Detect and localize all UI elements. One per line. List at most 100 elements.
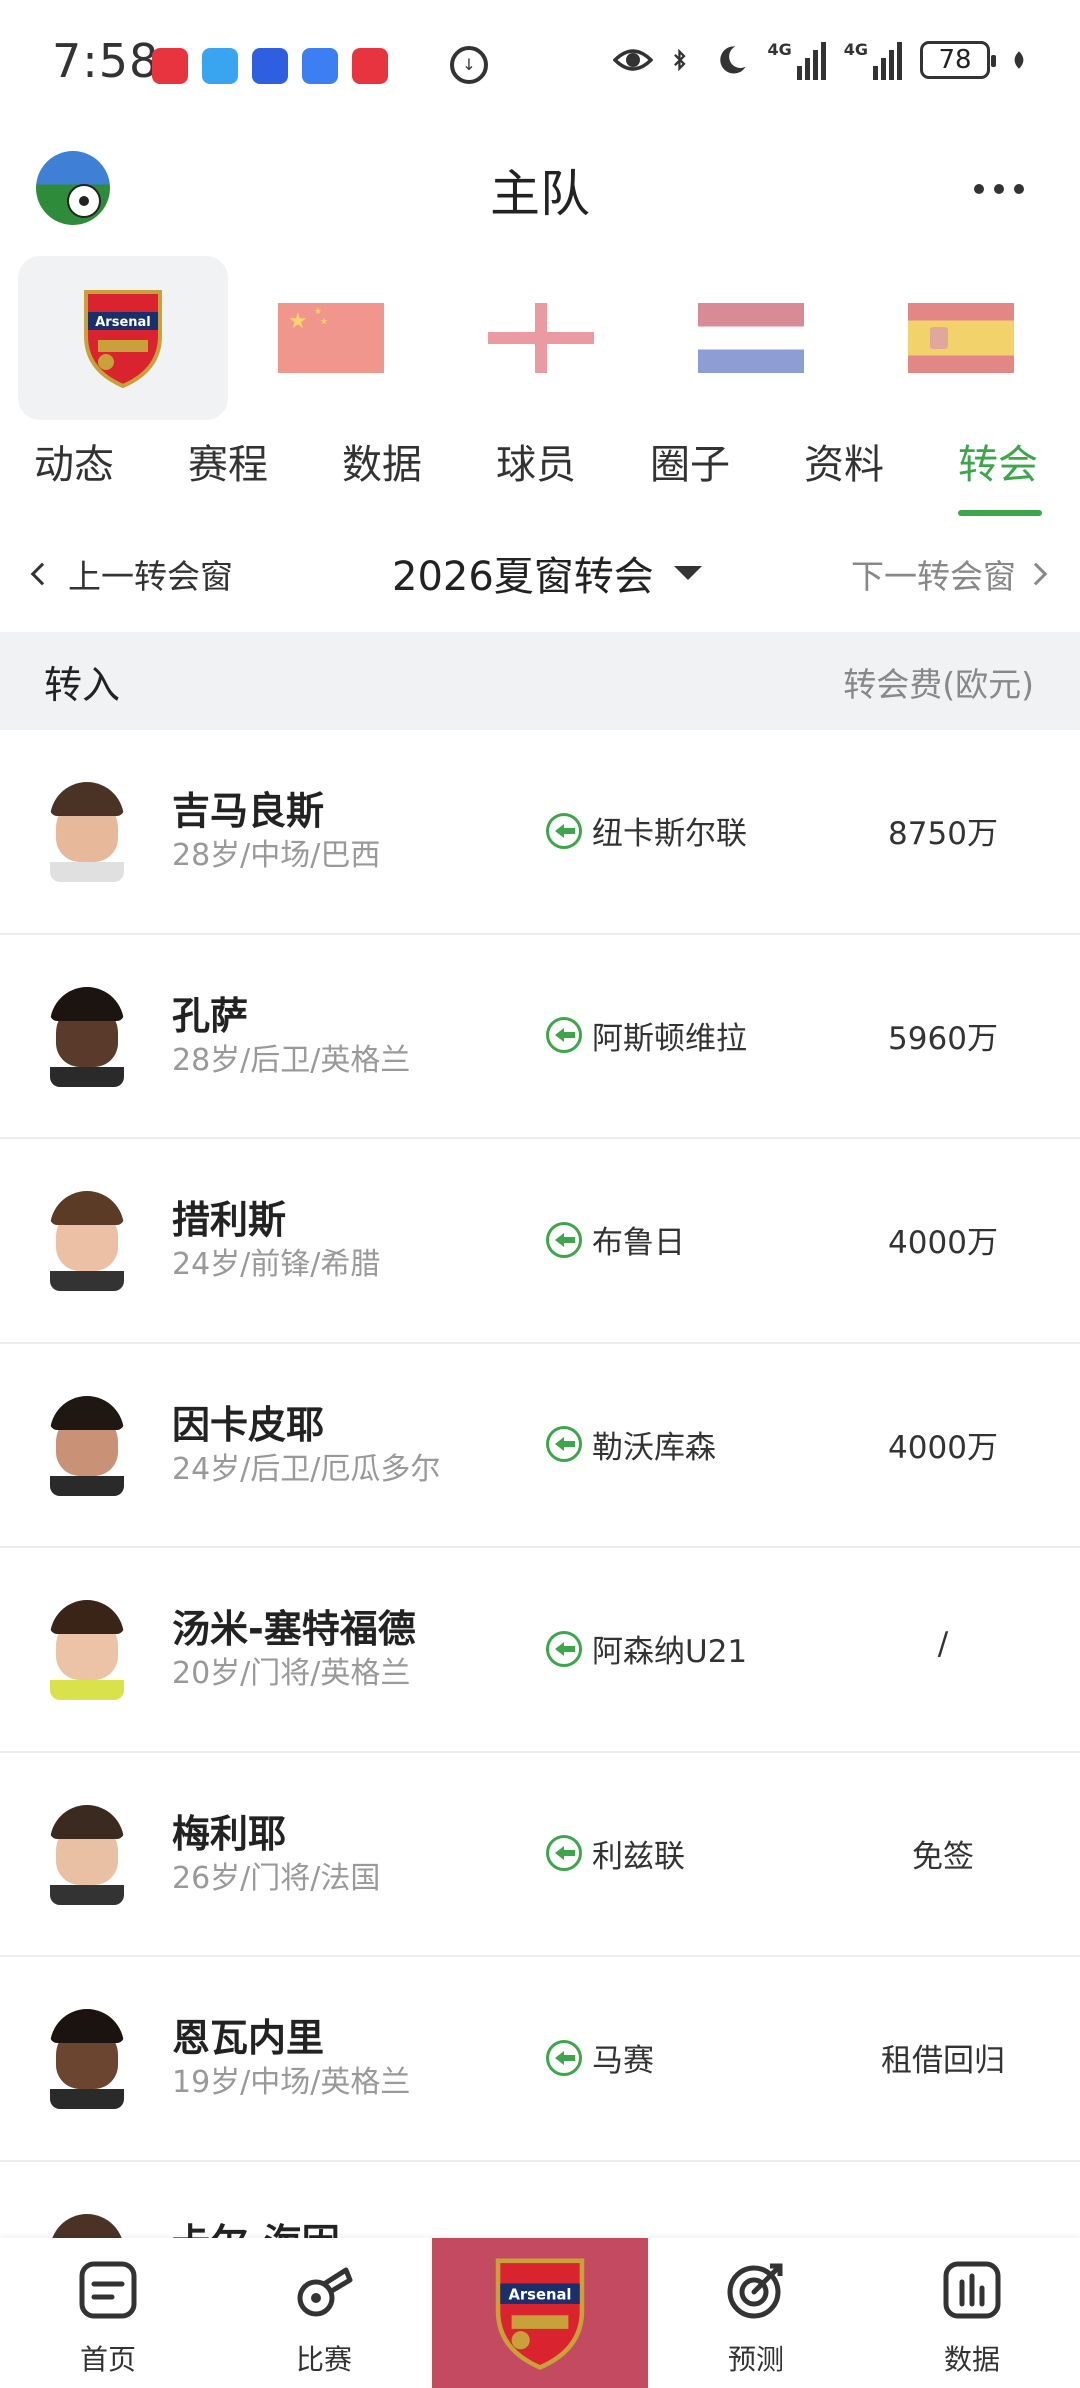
- from-club-name: 阿森纳U21: [592, 1634, 748, 1670]
- transfer-in-icon: [546, 1630, 582, 1667]
- spain-flag-icon: [908, 303, 1014, 373]
- section-header: 转入 转会费(欧元): [0, 632, 1080, 730]
- huawei-app-icon: [352, 48, 388, 84]
- browser-app-icon: [202, 48, 238, 84]
- player-info: 28岁/中场/巴西: [172, 838, 381, 873]
- nav-home[interactable]: 首页: [38, 2260, 178, 2378]
- team-china[interactable]: ★ ★ ★: [226, 256, 436, 420]
- moon-icon: [720, 46, 747, 74]
- tab-stats[interactable]: 数据: [342, 432, 422, 490]
- team-arsenal[interactable]: Arsenal: [18, 256, 228, 420]
- tab-updates[interactable]: 动态: [34, 432, 114, 490]
- player-name: 吉马良斯: [172, 789, 325, 833]
- player-name: 汤米-塞特福德: [172, 1607, 416, 1651]
- from-club: 勒沃库森: [546, 1422, 716, 1467]
- player-name: 梅利耶: [172, 1811, 287, 1856]
- from-club-name: 马赛: [592, 2043, 654, 2079]
- from-club-name: 布鲁日: [592, 1225, 685, 1261]
- signal-icon: 4G: [844, 40, 902, 80]
- player-photo: [50, 1600, 124, 1700]
- player-name: 恩瓦内里: [172, 2016, 325, 2060]
- nav-team-crest[interactable]: Arsenal: [432, 2238, 648, 2388]
- bar-chart-icon: [943, 2261, 1001, 2319]
- transfer-fee: 免签: [912, 1838, 974, 1875]
- nav-matches[interactable]: 比赛: [254, 2260, 394, 2378]
- player-info: 28岁/后卫/英格兰: [172, 1042, 411, 1078]
- team-spain[interactable]: [856, 256, 1066, 420]
- from-club-name: 利兹联: [592, 1838, 685, 1875]
- from-club-name: 阿斯顿维拉: [592, 1020, 747, 1057]
- nav-data[interactable]: 数据: [902, 2260, 1042, 2378]
- whistle-icon: [297, 2267, 353, 2317]
- transfer-in-icon: [546, 2039, 582, 2076]
- window-dropdown[interactable]: 2026夏窗转会: [392, 544, 702, 602]
- tab-transfers[interactable]: 转会: [958, 432, 1038, 490]
- transfer-row[interactable]: 梅利耶 26岁/门将/法国 利兹联 免签: [0, 1753, 1080, 1957]
- from-club: 马赛: [546, 2035, 654, 2080]
- from-club: 阿森纳U21: [546, 1626, 747, 1671]
- crest-text: Arsenal: [509, 2286, 572, 2303]
- chevron-right-icon: [1024, 562, 1048, 586]
- from-club: 阿斯顿维拉: [546, 1013, 747, 1058]
- page-title: 主队: [490, 165, 590, 223]
- from-club-name: 勒沃库森: [592, 1429, 716, 1466]
- more-options-icon[interactable]: [974, 184, 1024, 194]
- china-flag-icon: ★ ★ ★: [278, 303, 384, 373]
- player-info: 24岁/前锋/希腊: [172, 1247, 381, 1282]
- signal-icon: 4G: [767, 40, 826, 80]
- next-window-label: 下一转会窗: [851, 557, 1016, 596]
- transfer-window-nav: 上一转会窗 2026夏窗转会 下一转会窗: [0, 540, 1080, 606]
- battery-icon: 78: [920, 41, 996, 79]
- home-icon: [79, 2261, 137, 2319]
- leaf-icon: [1014, 51, 1024, 69]
- arsenal-crest-icon: Arsenal: [495, 2258, 585, 2370]
- fee-column-header: 转会费(欧元): [843, 665, 1034, 704]
- nav-matches-label: 比赛: [295, 2343, 352, 2376]
- player-name: 孔萨: [172, 993, 249, 1038]
- tab-bar: 动态 赛程 数据 球员 圈子 资料 转会: [0, 432, 1080, 516]
- player-photo: [50, 1191, 124, 1291]
- bluetooth-icon: [674, 48, 687, 72]
- transfer-fee: 4000万: [888, 1225, 998, 1261]
- team-netherlands[interactable]: [646, 256, 856, 420]
- tab-players[interactable]: 球员: [496, 432, 576, 490]
- nav-predict[interactable]: 预测: [686, 2260, 826, 2378]
- transfer-row[interactable]: 因卡皮耶 24岁/后卫/厄瓜多尔 勒沃库森 4000万: [0, 1344, 1080, 1548]
- transfer-row[interactable]: 恩瓦内里 19岁/中场/英格兰 马赛 租借回归: [0, 1957, 1080, 2162]
- player-photo: [50, 1804, 124, 1905]
- transfer-row[interactable]: 吉马良斯 28岁/中场/巴西 纽卡斯尔联 8750万: [0, 730, 1080, 935]
- tab-schedule[interactable]: 赛程: [188, 432, 268, 490]
- transfer-row[interactable]: 措利斯 24岁/前锋/希腊 布鲁日 4000万: [0, 1139, 1080, 1344]
- transfer-in-icon: [546, 1221, 582, 1258]
- nav-data-label: 数据: [943, 2343, 1000, 2376]
- transfer-row[interactable]: 孔萨 28岁/后卫/英格兰 阿斯顿维拉 5960万: [0, 935, 1080, 1139]
- battery-level: 78: [938, 45, 972, 75]
- from-club: 纽卡斯尔联: [546, 808, 747, 853]
- window-dropdown-label: 2026夏窗转会: [392, 554, 654, 600]
- active-tab-indicator: [958, 510, 1042, 516]
- section-title: 转入: [44, 663, 121, 707]
- arsenal-crest-icon: Arsenal: [84, 290, 162, 389]
- tab-info[interactable]: 资料: [804, 432, 884, 490]
- transfer-fee: 8750万: [888, 816, 998, 852]
- player-photo: [50, 986, 124, 1087]
- eye-icon: [613, 49, 654, 71]
- next-window-button[interactable]: 下一转会窗: [851, 550, 1048, 598]
- chevron-left-icon: [30, 562, 54, 586]
- from-club-name: 纽卡斯尔联: [592, 816, 747, 852]
- status-time: 7:58: [52, 34, 160, 88]
- message-app-icon: [302, 48, 338, 84]
- transfer-fee: 租借回归: [881, 2043, 1005, 2079]
- player-photo: [50, 1395, 124, 1496]
- prev-window-button[interactable]: 上一转会窗: [30, 550, 233, 598]
- tab-community[interactable]: 圈子: [650, 432, 730, 490]
- notification-icons: [152, 48, 388, 84]
- transfer-row[interactable]: 汤米-塞特福德 20岁/门将/英格兰 阿森纳U21 /: [0, 1548, 1080, 1753]
- team-england[interactable]: [436, 256, 646, 420]
- transfer-fee: 5960万: [888, 1020, 998, 1057]
- bottom-nav: 首页 比赛 Arsenal 预测 数据: [0, 2238, 1080, 2388]
- player-info: 24岁/后卫/厄瓜多尔: [172, 1451, 441, 1487]
- from-club: 布鲁日: [546, 1217, 685, 1262]
- player-info: 26岁/门将/法国: [172, 1860, 381, 1896]
- transfer-fee: /: [937, 1626, 949, 1662]
